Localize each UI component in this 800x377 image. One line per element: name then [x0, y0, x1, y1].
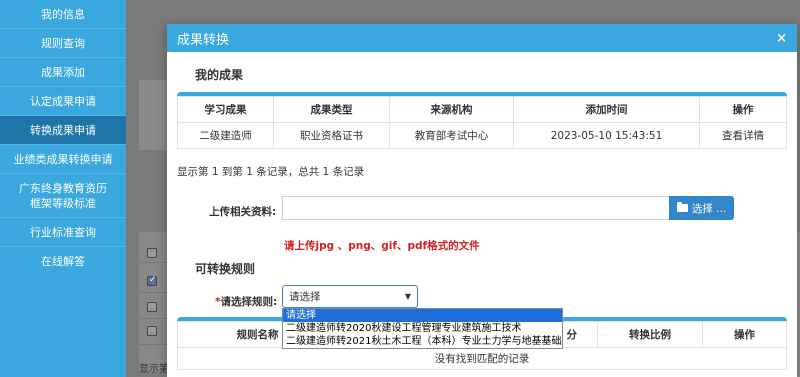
my-results-title: 我的成果 [195, 68, 244, 82]
file-format-hint: 请上传jpg 、png、gif、pdf格式的文件 [284, 240, 480, 252]
cell-source: 教育部考试中心 [389, 122, 514, 149]
folder-icon [676, 202, 688, 212]
upload-file-field[interactable] [282, 196, 670, 220]
column-header: 操作 [702, 321, 787, 348]
column-header: 添加时间 [513, 96, 700, 123]
sidebar-item-online-answer[interactable]: 在线解答 [0, 247, 126, 276]
choose-file-button[interactable]: 选择 ... [669, 196, 734, 220]
table-row: 没有找到匹配的记录 [177, 347, 787, 370]
background-footer-text: 显示第 [139, 364, 169, 375]
upload-label: 上传相关资料: [209, 206, 277, 218]
sidebar-item-qualification-framework[interactable]: 广东终身教育资历框架等级标准 [0, 174, 126, 218]
chevron-down-icon: ▼ [404, 292, 411, 301]
modal-header: 成果转换 × [167, 24, 797, 52]
background-checkbox[interactable] [147, 326, 157, 336]
column-header: 学习成果 [177, 96, 274, 123]
rule-select-label-text: 请选择规则: [220, 296, 278, 308]
dropdown-option[interactable]: 请选择 [283, 309, 562, 322]
column-header: 转换比例 [597, 321, 703, 348]
rule-dropdown-list: 请选择 二级建造师转2020秋建设工程管理专业建筑施工技术 二级建造师转2021… [282, 308, 563, 349]
sidebar-item-label: 成果添加 [41, 65, 85, 79]
table-row: 二级建造师 职业资格证书 教育部考试中心 2023-05-10 15:43:51… [177, 122, 787, 149]
convertible-rules-title: 可转换规则 [195, 262, 256, 276]
table-header-row: 学习成果 成果类型 来源机构 添加时间 操作 [177, 96, 787, 123]
sidebar-item-label: 业绩类成果转换申请 [13, 152, 113, 166]
sidebar: 我的信息 规则查询 成果添加 认定成果申请 转换成果申请 业绩类成果转换申请 广… [0, 0, 126, 377]
sidebar-item-industry-standard[interactable]: 行业标准查询 [0, 218, 126, 247]
background-checkbox-checked[interactable] [147, 275, 157, 286]
convert-modal: 成果转换 × 我的成果 学习成果 成果类型 来源机构 添加时间 操作 二级建造师… [167, 24, 797, 377]
sidebar-item-label: 转换成果申请 [30, 123, 96, 137]
background-checkbox[interactable] [147, 302, 157, 312]
my-results-table: 学习成果 成果类型 来源机构 添加时间 操作 二级建造师 职业资格证书 教育部考… [177, 92, 787, 149]
sidebar-item-rule-query[interactable]: 规则查询 [0, 29, 126, 58]
column-header: 成果类型 [273, 96, 390, 123]
sidebar-item-performance-convert[interactable]: 业绩类成果转换申请 [0, 145, 126, 174]
close-icon[interactable]: × [776, 31, 787, 46]
sidebar-item-label: 认定成果申请 [30, 94, 96, 108]
sidebar-item-my-info[interactable]: 我的信息 [0, 0, 126, 29]
cell-added-time: 2023-05-10 15:43:51 [513, 122, 700, 149]
empty-message: 没有找到匹配的记录 [177, 347, 787, 370]
dropdown-option[interactable]: 二级建造师转2020秋建设工程管理专业建筑施工技术 [283, 322, 562, 335]
sidebar-item-add-result[interactable]: 成果添加 [0, 58, 126, 87]
sidebar-item-label: 在线解答 [41, 255, 85, 268]
background-checkbox[interactable] [147, 248, 157, 258]
choose-file-label: 选择 ... [691, 202, 727, 215]
cell-result-name: 二级建造师 [177, 122, 274, 149]
rule-select-value: 请选择 [289, 291, 321, 303]
dropdown-option[interactable]: 二级建造师转2021秋土木工程（本科）专业土力学与地基基础 [283, 335, 562, 348]
rule-select[interactable]: 请选择 ▼ [282, 285, 418, 308]
column-header: 操作 [699, 96, 787, 123]
column-header: 来源机构 [389, 96, 514, 123]
sidebar-item-label: 行业标准查询 [30, 225, 96, 239]
sidebar-item-convert-apply[interactable]: 转换成果申请 [0, 116, 126, 145]
cell-result-type: 职业资格证书 [273, 122, 390, 149]
sidebar-item-label: 广东终身教育资历框架等级标准 [19, 181, 107, 210]
modal-title: 成果转换 [177, 32, 230, 48]
sidebar-item-label: 规则查询 [41, 36, 85, 50]
pager-info: 显示第 1 到第 1 条记录，总共 1 条记录 [177, 166, 365, 178]
sidebar-item-certify-apply[interactable]: 认定成果申请 [0, 87, 126, 116]
view-details-link[interactable]: 查看详情 [699, 122, 787, 149]
rule-select-label: *请选择规则: [215, 294, 277, 309]
sidebar-item-label: 我的信息 [41, 7, 85, 21]
